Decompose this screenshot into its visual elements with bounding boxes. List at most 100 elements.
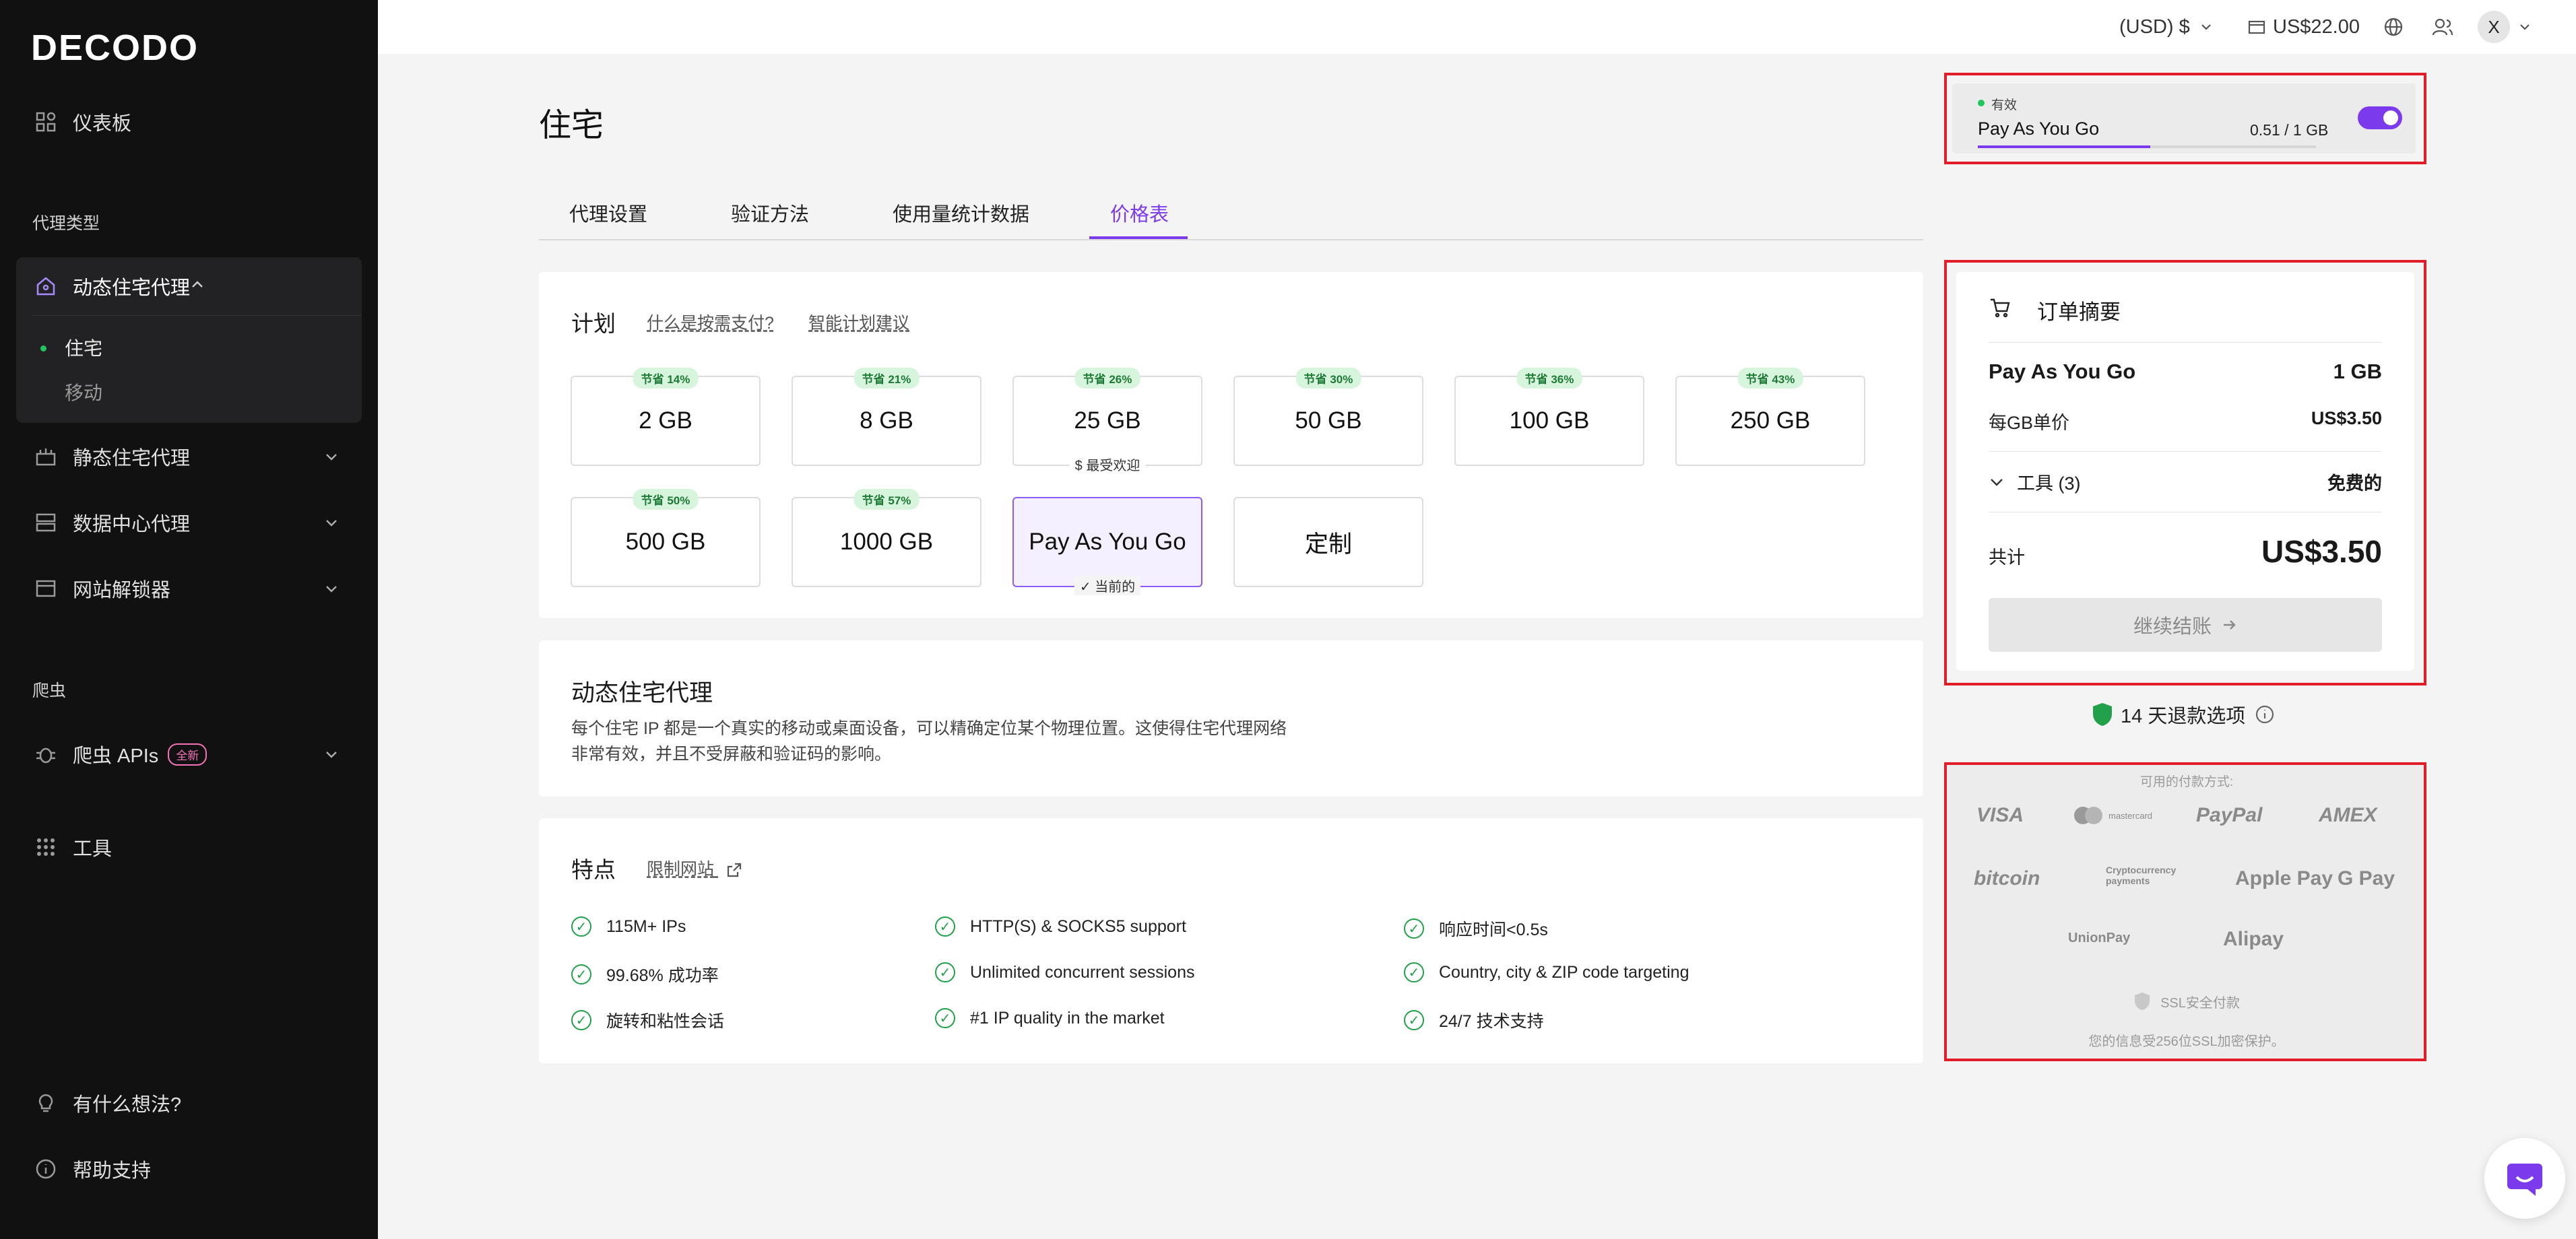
wallet-icon bbox=[2248, 20, 2265, 34]
plan-tile-label: 250 GB bbox=[1730, 407, 1811, 434]
sidebar-item-scraper-apis[interactable]: 爬虫 APIs 全新 bbox=[32, 734, 337, 774]
chat-button[interactable] bbox=[2484, 1138, 2565, 1219]
tab-proxy-settings[interactable]: 代理设置 bbox=[569, 199, 647, 227]
check-circle-icon: ✓ bbox=[1404, 1010, 1424, 1030]
description-line: 非常有效，并且不受屏蔽和验证码的影响。 bbox=[571, 745, 892, 764]
tab-pricing[interactable]: 价格表 bbox=[1110, 199, 1169, 227]
feature-item: ✓ Country, city & ZIP code targeting bbox=[1404, 962, 1689, 982]
tab-auth-method[interactable]: 验证方法 bbox=[731, 199, 809, 227]
active-tab-indicator bbox=[1089, 236, 1188, 239]
unblocker-icon bbox=[32, 575, 59, 602]
sidebar-item-label: 静态住宅代理 bbox=[73, 448, 191, 469]
check-circle-icon: ✓ bbox=[571, 964, 591, 984]
chevron-up-icon bbox=[190, 275, 205, 298]
plan-tile-25gb[interactable]: 节省 26% 25 GB $ 最受欢迎 bbox=[1012, 368, 1202, 474]
sidebar-item-static-residential[interactable]: 静态住宅代理 bbox=[32, 436, 337, 477]
section-proxy-types: 代理类型 bbox=[32, 214, 100, 233]
sidebar-item-label: 数据中心代理 bbox=[73, 514, 191, 535]
plan-tile-2gb[interactable]: 节省 14% 2 GB bbox=[571, 368, 761, 466]
plan-tile-custom[interactable]: 定制 bbox=[1233, 497, 1423, 587]
chevron-down-icon bbox=[322, 579, 341, 598]
balance-value: US$22.00 bbox=[2273, 15, 2360, 38]
sidebar-item-label: 爬虫 APIs bbox=[73, 745, 159, 767]
plan-tile-label: 500 GB bbox=[625, 529, 706, 555]
chevron-down-icon bbox=[2201, 24, 2211, 30]
plan-tile-label: Pay As You Go bbox=[1029, 529, 1186, 555]
sidebar-item-datacenter[interactable]: 数据中心代理 bbox=[32, 502, 337, 543]
plan-card: 计划 什么是按需支付? 智能计划建议 节省 14% 2 GB 节省 21% 8 … bbox=[539, 272, 1923, 618]
sidebar-item-label: 工具 bbox=[73, 838, 112, 860]
check-circle-icon: ✓ bbox=[571, 916, 591, 937]
sidebar-item-tools[interactable]: 工具 bbox=[32, 827, 112, 867]
currency-label: (USD) $ bbox=[2119, 15, 2190, 38]
sidebar-item-label: 动态住宅代理 bbox=[73, 277, 191, 299]
save-badge: 节省 57% bbox=[854, 489, 920, 510]
sidebar-subitem-mobile[interactable]: 移动 bbox=[65, 378, 102, 405]
feature-item: ✓ 115M+ IPs bbox=[571, 916, 686, 937]
plan-tile-1000gb[interactable]: 节省 57% 1000 GB bbox=[792, 489, 981, 587]
avatar: X bbox=[2478, 11, 2510, 43]
language-button[interactable] bbox=[2383, 0, 2404, 54]
feature-item: ✓ #1 IP quality in the market bbox=[935, 1008, 1165, 1028]
users-icon bbox=[2432, 18, 2453, 36]
payg-info-link[interactable]: 什么是按需支付? bbox=[647, 310, 774, 334]
plan-tile-250gb[interactable]: 节省 43% 250 GB bbox=[1675, 368, 1865, 466]
balance[interactable]: US$22.00 bbox=[2247, 0, 2360, 54]
sidebar-group-residential: 动态住宅代理 住宅 移动 bbox=[16, 257, 362, 423]
restricted-sites-link[interactable]: 限制网站 bbox=[647, 856, 743, 880]
sidebar-item-help[interactable]: 帮助支持 bbox=[32, 1149, 151, 1189]
description-title: 动态住宅代理 bbox=[571, 680, 713, 706]
refund-option: 14 天退款选项 bbox=[2091, 700, 2275, 729]
plan-tile-500gb[interactable]: 节省 50% 500 GB bbox=[571, 489, 761, 587]
sidebar-subitem-residential[interactable]: 住宅 bbox=[65, 334, 102, 361]
save-badge: 节省 30% bbox=[1295, 368, 1361, 389]
current-plan-label: ✓ 当前的 bbox=[1074, 576, 1141, 595]
check-circle-icon: ✓ bbox=[1404, 918, 1424, 939]
grid-dots-icon bbox=[32, 834, 59, 861]
plan-tile-pay-as-you-go[interactable]: Pay As You Go ✓ 当前的 bbox=[1012, 497, 1202, 595]
chevron-down-icon bbox=[2520, 24, 2530, 30]
feature-item: ✓ 响应时间<0.5s bbox=[1404, 916, 1548, 941]
features-card: 特点 限制网站 ✓ 115M+ IPs ✓ HTTP(S) & SOCKS5 sup… bbox=[539, 818, 1923, 1063]
lightbulb-icon bbox=[32, 1090, 59, 1116]
external-link-icon bbox=[727, 863, 742, 877]
plan-tile-8gb[interactable]: 节省 21% 8 GB bbox=[792, 368, 981, 466]
save-badge: 节省 26% bbox=[1074, 368, 1140, 389]
save-badge: 节省 21% bbox=[854, 368, 920, 389]
save-badge: 节省 43% bbox=[1737, 368, 1803, 389]
refund-text: 14 天退款选项 bbox=[2121, 706, 2246, 727]
account-menu[interactable]: X bbox=[2478, 0, 2532, 54]
sidebar-item-label: 仪表板 bbox=[73, 113, 132, 135]
sidebar-item-label: 有什么想法? bbox=[73, 1094, 182, 1116]
currency-selector[interactable]: (USD) $ bbox=[2119, 0, 2213, 54]
description-line: 每个住宅 IP 都是一个真实的移动或桌面设备，可以精确定位某个物理位置。这使得住… bbox=[571, 719, 1287, 738]
highlight-box-status bbox=[1944, 73, 2426, 164]
chevron-down-icon bbox=[322, 447, 341, 466]
users-button[interactable] bbox=[2432, 0, 2453, 54]
plan-tile-50gb[interactable]: 节省 30% 50 GB bbox=[1233, 368, 1423, 466]
highlight-box-order bbox=[1944, 260, 2426, 685]
sidebar-item-dashboard[interactable]: 仪表板 bbox=[32, 102, 131, 142]
bug-icon bbox=[32, 741, 59, 768]
features-title: 特点 bbox=[571, 857, 616, 882]
most-popular-label: $ 最受欢迎 bbox=[1069, 455, 1146, 474]
highlight-box-payment bbox=[1944, 762, 2426, 1061]
sidebar-item-site-unblocker[interactable]: 网站解锁器 bbox=[32, 568, 337, 609]
plan-tile-label: 1000 GB bbox=[839, 529, 934, 555]
plan-tile-label: 25 GB bbox=[1074, 407, 1141, 434]
tab-usage-stats[interactable]: 使用量统计数据 bbox=[893, 199, 1029, 227]
sidebar-item-label: 网站解锁器 bbox=[73, 580, 171, 601]
server-icon bbox=[32, 509, 59, 536]
shield-badge-icon bbox=[2093, 703, 2112, 726]
brand-logo[interactable]: DECODO bbox=[31, 27, 199, 69]
topbar bbox=[378, 0, 2576, 54]
sidebar-item-feedback[interactable]: 有什么想法? bbox=[32, 1083, 181, 1123]
plan-tile-label: 50 GB bbox=[1295, 407, 1362, 434]
sidebar-item-residential[interactable]: 动态住宅代理 bbox=[32, 257, 362, 316]
info-icon bbox=[32, 1156, 59, 1182]
globe-icon bbox=[2384, 18, 2403, 36]
new-badge: 全新 bbox=[168, 743, 207, 766]
plan-tile-100gb[interactable]: 节省 36% 100 GB bbox=[1454, 368, 1644, 466]
info-icon[interactable] bbox=[2255, 704, 2275, 725]
smart-plan-link[interactable]: 智能计划建议 bbox=[808, 310, 909, 334]
